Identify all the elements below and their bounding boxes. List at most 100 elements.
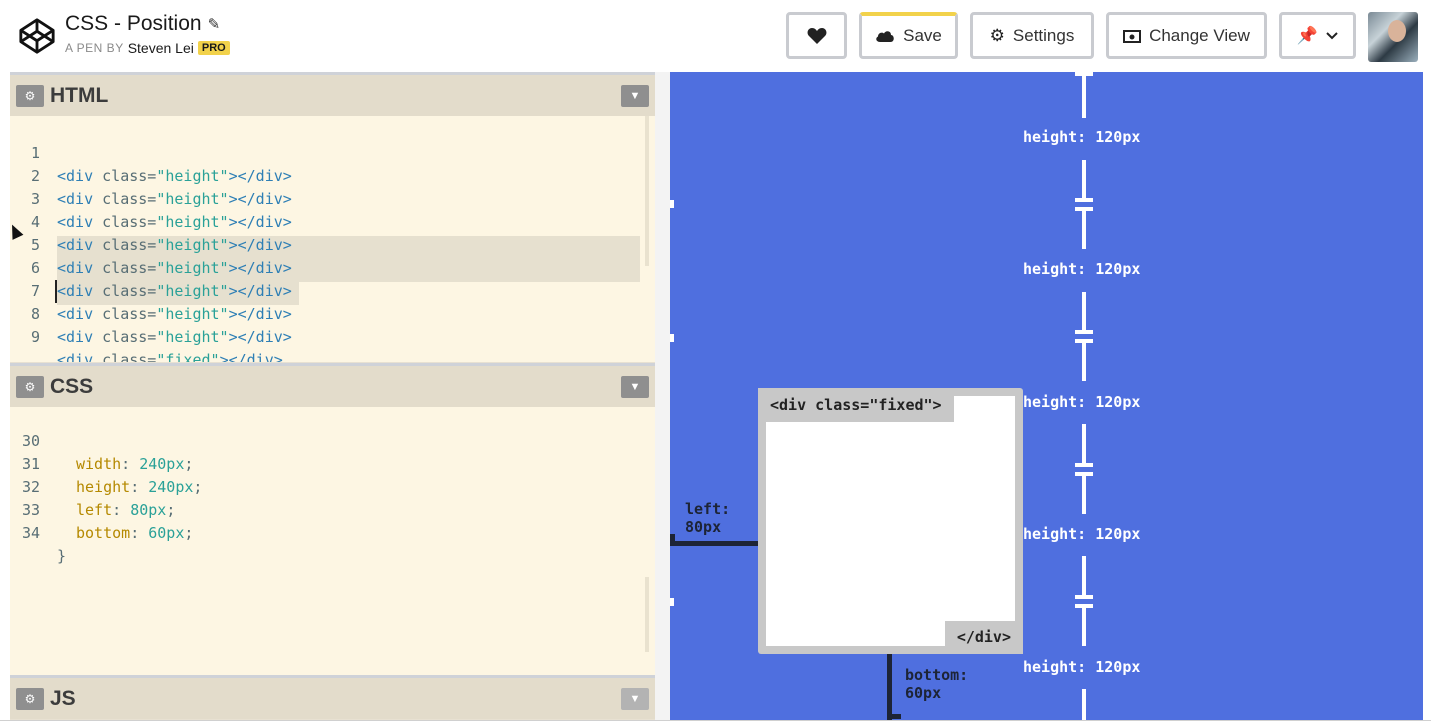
line-number: 34 xyxy=(21,524,40,542)
left-offset-label: left: 80px xyxy=(685,500,731,536)
bottom-offset-label: bottom: 60px xyxy=(905,666,969,702)
code-line: 9 <div class="fixed"></div> xyxy=(10,303,640,362)
height-label: height: 120px xyxy=(1023,658,1141,676)
pencil-icon[interactable]: ✎ xyxy=(208,15,221,33)
height-label: height: 120px xyxy=(1023,128,1141,146)
html-scrollbar[interactable] xyxy=(645,116,649,266)
html-pane-header[interactable]: ⚙ HTML ▼ xyxy=(10,72,655,116)
js-settings-gear-icon[interactable]: ⚙ xyxy=(16,687,44,710)
status-strip xyxy=(0,720,1431,726)
author-link[interactable]: Steven Lei xyxy=(128,40,194,56)
gear-icon: ⚙ xyxy=(989,25,1005,45)
heart-icon xyxy=(807,27,826,44)
dimension-line xyxy=(1082,339,1086,381)
user-avatar[interactable] xyxy=(1368,12,1418,62)
code-line: 3 <div class="height"></div> xyxy=(10,165,640,231)
pen-by-prefix: A PEN BY xyxy=(65,41,124,55)
code-tag: <div xyxy=(57,351,94,362)
fixed-close-tag: </div> xyxy=(944,621,1023,654)
css-pane-title: CSS xyxy=(50,374,94,398)
pin-icon: 📌 xyxy=(1296,25,1319,45)
cloud-icon xyxy=(876,31,894,42)
css-code-editor[interactable]: 30 width: 240px; 31 height: 240px; 32 le… xyxy=(10,407,655,675)
change-view-button-label: Change View xyxy=(1149,25,1250,45)
css-value: 60px xyxy=(148,524,185,542)
js-pane-title: JS xyxy=(50,686,76,710)
code-string: "height" xyxy=(156,328,229,346)
resize-gutter[interactable] xyxy=(655,72,670,726)
line-number: 9 xyxy=(30,328,40,346)
result-preview[interactable]: height: 120px height: 120px height: 120p… xyxy=(670,72,1423,720)
code-line: 7 <div class="height"></div> xyxy=(10,257,640,323)
codepen-logo-icon[interactable] xyxy=(18,17,56,55)
html-code-editor[interactable]: 1 <div class="height"></div> 2 <div clas… xyxy=(10,116,655,362)
code-line: 31 height: 240px; xyxy=(10,430,640,496)
js-pane-header[interactable]: ⚙ JS ▼ xyxy=(10,675,655,719)
code-tag: ></div> xyxy=(219,351,283,362)
css-property: bottom xyxy=(76,524,131,542)
height-label: height: 120px xyxy=(1023,260,1141,278)
code-line: 6 <div class="height"></div> xyxy=(10,234,640,303)
settings-button[interactable]: ⚙ Settings xyxy=(970,12,1094,59)
css-collapse-chevron-icon[interactable]: ▼ xyxy=(621,376,649,398)
heart-button[interactable] xyxy=(786,12,847,59)
edge-marker xyxy=(670,200,674,208)
dimension-cap xyxy=(1075,463,1093,467)
css-brace: } xyxy=(57,547,67,565)
code-line: 5 <div class="height"></div> xyxy=(10,211,640,277)
pen-title-text[interactable]: CSS - Position xyxy=(65,12,202,36)
css-scrollbar[interactable] xyxy=(645,577,649,652)
html-collapse-chevron-icon[interactable]: ▼ xyxy=(621,85,649,107)
dimension-cap xyxy=(1075,198,1093,202)
height-label: height: 120px xyxy=(1023,525,1141,543)
html-settings-gear-icon[interactable]: ⚙ xyxy=(16,84,44,107)
code-string: "fixed" xyxy=(156,351,220,362)
editor-column: ⚙ HTML ▼ 1 <div class="height"></div> 2 … xyxy=(10,72,655,726)
code-line: 8 <div class="height"></div> xyxy=(10,280,640,346)
dimension-line xyxy=(1082,160,1086,202)
code-line: 30 width: 240px; xyxy=(10,407,640,473)
css-settings-gear-icon[interactable]: ⚙ xyxy=(16,375,44,398)
code-line: 34 } xyxy=(10,499,640,565)
js-collapse-chevron-icon[interactable]: ▼ xyxy=(621,688,649,710)
code-line: 33 bottom: 60px; xyxy=(10,476,640,542)
edge-marker xyxy=(670,598,674,606)
css-pane-header[interactable]: ⚙ CSS ▼ xyxy=(10,363,655,407)
eye-icon xyxy=(1123,29,1142,43)
pin-menu-button[interactable]: 📌 xyxy=(1279,12,1356,59)
pen-title[interactable]: CSS - Position ✎ xyxy=(65,12,220,36)
code-tag: ></div> xyxy=(228,328,292,346)
code-line: 32 left: 80px; xyxy=(10,453,640,519)
pro-badge: PRO xyxy=(197,41,230,55)
fixed-element-box: <div class="fixed"> </div> xyxy=(758,388,1023,654)
fixed-element-content xyxy=(766,396,1015,646)
chevron-down-icon xyxy=(1326,31,1338,39)
app-header: CSS - Position ✎ A PEN BY Steven Lei PRO… xyxy=(0,0,1431,72)
save-button-label: Save xyxy=(903,26,942,45)
fixed-open-tag: <div class="fixed"> xyxy=(758,388,954,422)
dimension-line xyxy=(1082,207,1086,249)
dimension-line xyxy=(1082,424,1086,466)
code-line: 4 <div class="height"></div> xyxy=(10,188,640,254)
left-offset-cap xyxy=(670,534,675,546)
dimension-cap xyxy=(1075,330,1093,334)
bottom-offset-cap xyxy=(887,714,901,719)
code-attr: class= xyxy=(93,328,157,346)
edge-marker xyxy=(670,334,674,342)
bottom-offset-line xyxy=(887,654,892,720)
dimension-line xyxy=(1082,556,1086,598)
dimension-line xyxy=(1082,604,1086,646)
dimension-cap xyxy=(1075,595,1093,599)
pen-author-line: A PEN BY Steven Lei PRO xyxy=(65,40,230,56)
change-view-button[interactable]: Change View xyxy=(1106,12,1267,59)
code-attr: class= xyxy=(93,351,157,362)
save-button[interactable]: Save xyxy=(859,12,958,59)
code-line: 2 <div class="height"></div> xyxy=(10,142,640,208)
dimension-line xyxy=(1082,472,1086,514)
settings-button-label: Settings xyxy=(1012,25,1075,45)
html-pane-title: HTML xyxy=(50,83,109,107)
dimension-line xyxy=(1082,72,1086,118)
left-offset-line xyxy=(670,541,760,546)
dimension-line xyxy=(1082,689,1086,720)
dimension-line xyxy=(1082,292,1086,334)
